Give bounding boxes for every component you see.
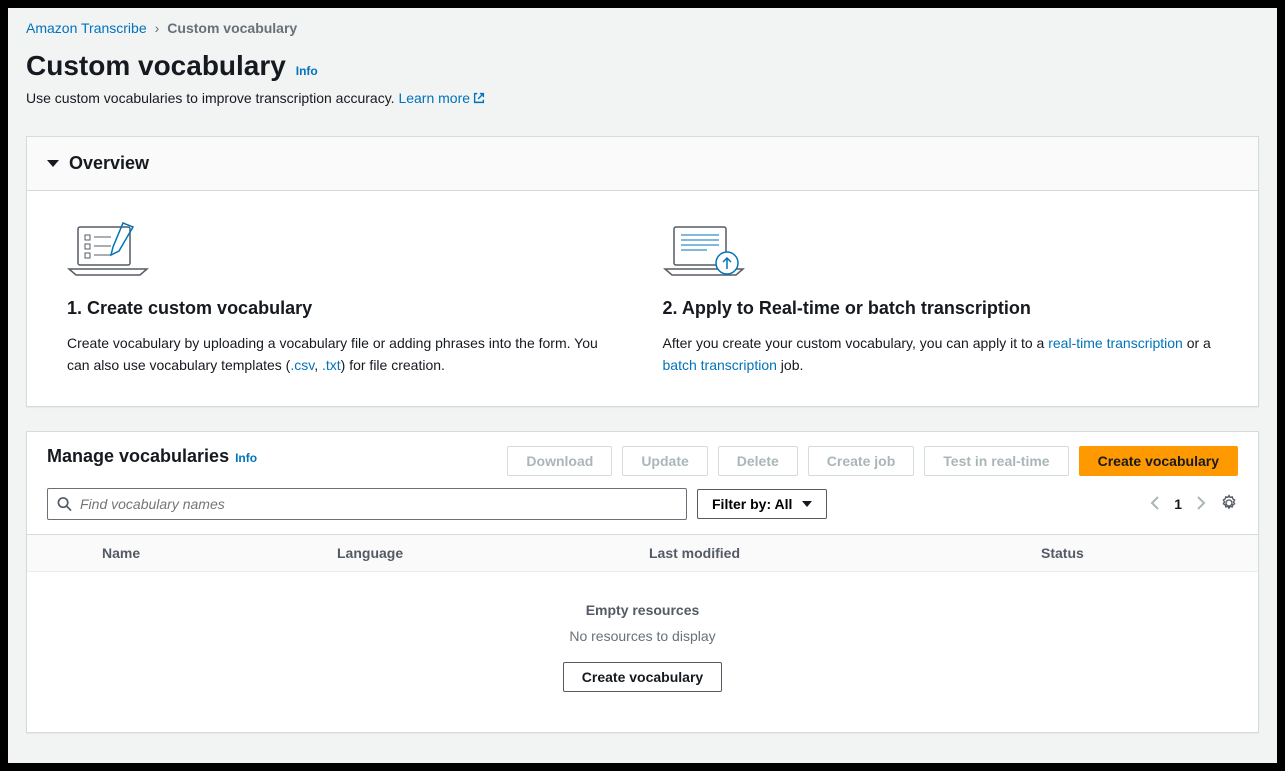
empty-create-button[interactable]: Create vocabulary — [563, 662, 722, 692]
col-last-modified[interactable]: Last modified — [649, 545, 1041, 561]
action-buttons: Download Update Delete Create job Test i… — [507, 446, 1238, 476]
breadcrumb: Amazon Transcribe › Custom vocabulary — [26, 20, 1259, 36]
search-input[interactable] — [47, 488, 687, 520]
overview-step-1: 1. Create custom vocabulary Create vocab… — [67, 221, 623, 376]
overview-toggle[interactable]: Overview — [27, 137, 1258, 191]
step1-text: Create vocabulary by uploading a vocabul… — [67, 333, 623, 376]
empty-title: Empty resources — [27, 602, 1258, 618]
gear-icon — [1220, 494, 1238, 512]
page-next[interactable] — [1196, 496, 1206, 513]
chevron-right-icon: › — [155, 20, 160, 36]
caret-down-icon — [47, 160, 59, 167]
settings-button[interactable] — [1220, 494, 1238, 515]
step2-text: After you create your custom vocabulary,… — [663, 333, 1219, 376]
txt-link[interactable]: .txt — [322, 357, 341, 373]
breadcrumb-current: Custom vocabulary — [167, 20, 297, 36]
col-name[interactable]: Name — [102, 545, 337, 561]
laptop-edit-icon — [67, 221, 623, 280]
create-job-button[interactable]: Create job — [808, 446, 914, 476]
pagination: 1 — [1150, 494, 1238, 515]
table-header: Name Language Last modified Status — [27, 534, 1258, 572]
info-link[interactable]: Info — [296, 64, 318, 78]
manage-info-link[interactable]: Info — [235, 451, 257, 465]
empty-subtitle: No resources to display — [27, 628, 1258, 644]
filter-button[interactable]: Filter by: All — [697, 489, 827, 519]
delete-button[interactable]: Delete — [718, 446, 798, 476]
breadcrumb-root[interactable]: Amazon Transcribe — [26, 20, 147, 36]
download-button[interactable]: Download — [507, 446, 612, 476]
col-status[interactable]: Status — [1041, 545, 1238, 561]
manage-title: Manage vocabularies — [47, 446, 229, 467]
manage-panel: Manage vocabularies Info Download Update… — [26, 431, 1259, 733]
external-link-icon — [472, 91, 486, 108]
step2-title: 2. Apply to Real-time or batch transcrip… — [663, 298, 1219, 319]
page-number: 1 — [1174, 496, 1182, 512]
overview-step-2: 2. Apply to Real-time or batch transcrip… — [663, 221, 1219, 376]
caret-down-icon — [802, 501, 812, 507]
overview-heading: Overview — [69, 153, 149, 174]
create-vocabulary-button[interactable]: Create vocabulary — [1079, 446, 1238, 476]
update-button[interactable]: Update — [622, 446, 707, 476]
batch-link[interactable]: batch transcription — [663, 357, 777, 373]
search-icon — [57, 497, 72, 512]
page-prev[interactable] — [1150, 496, 1160, 513]
test-realtime-button[interactable]: Test in real-time — [924, 446, 1068, 476]
laptop-upload-icon — [663, 221, 1219, 280]
step1-title: 1. Create custom vocabulary — [67, 298, 623, 319]
csv-link[interactable]: .csv — [290, 357, 314, 373]
learn-more-link[interactable]: Learn more — [398, 90, 486, 106]
realtime-link[interactable]: real-time transcription — [1048, 335, 1183, 351]
empty-state: Empty resources No resources to display … — [27, 572, 1258, 732]
page-title: Custom vocabulary — [26, 50, 286, 81]
search-wrap — [47, 488, 687, 520]
overview-panel: Overview 1. Create — [26, 136, 1259, 407]
col-language[interactable]: Language — [337, 545, 649, 561]
page-subtitle: Use custom vocabularies to improve trans… — [26, 90, 1259, 108]
